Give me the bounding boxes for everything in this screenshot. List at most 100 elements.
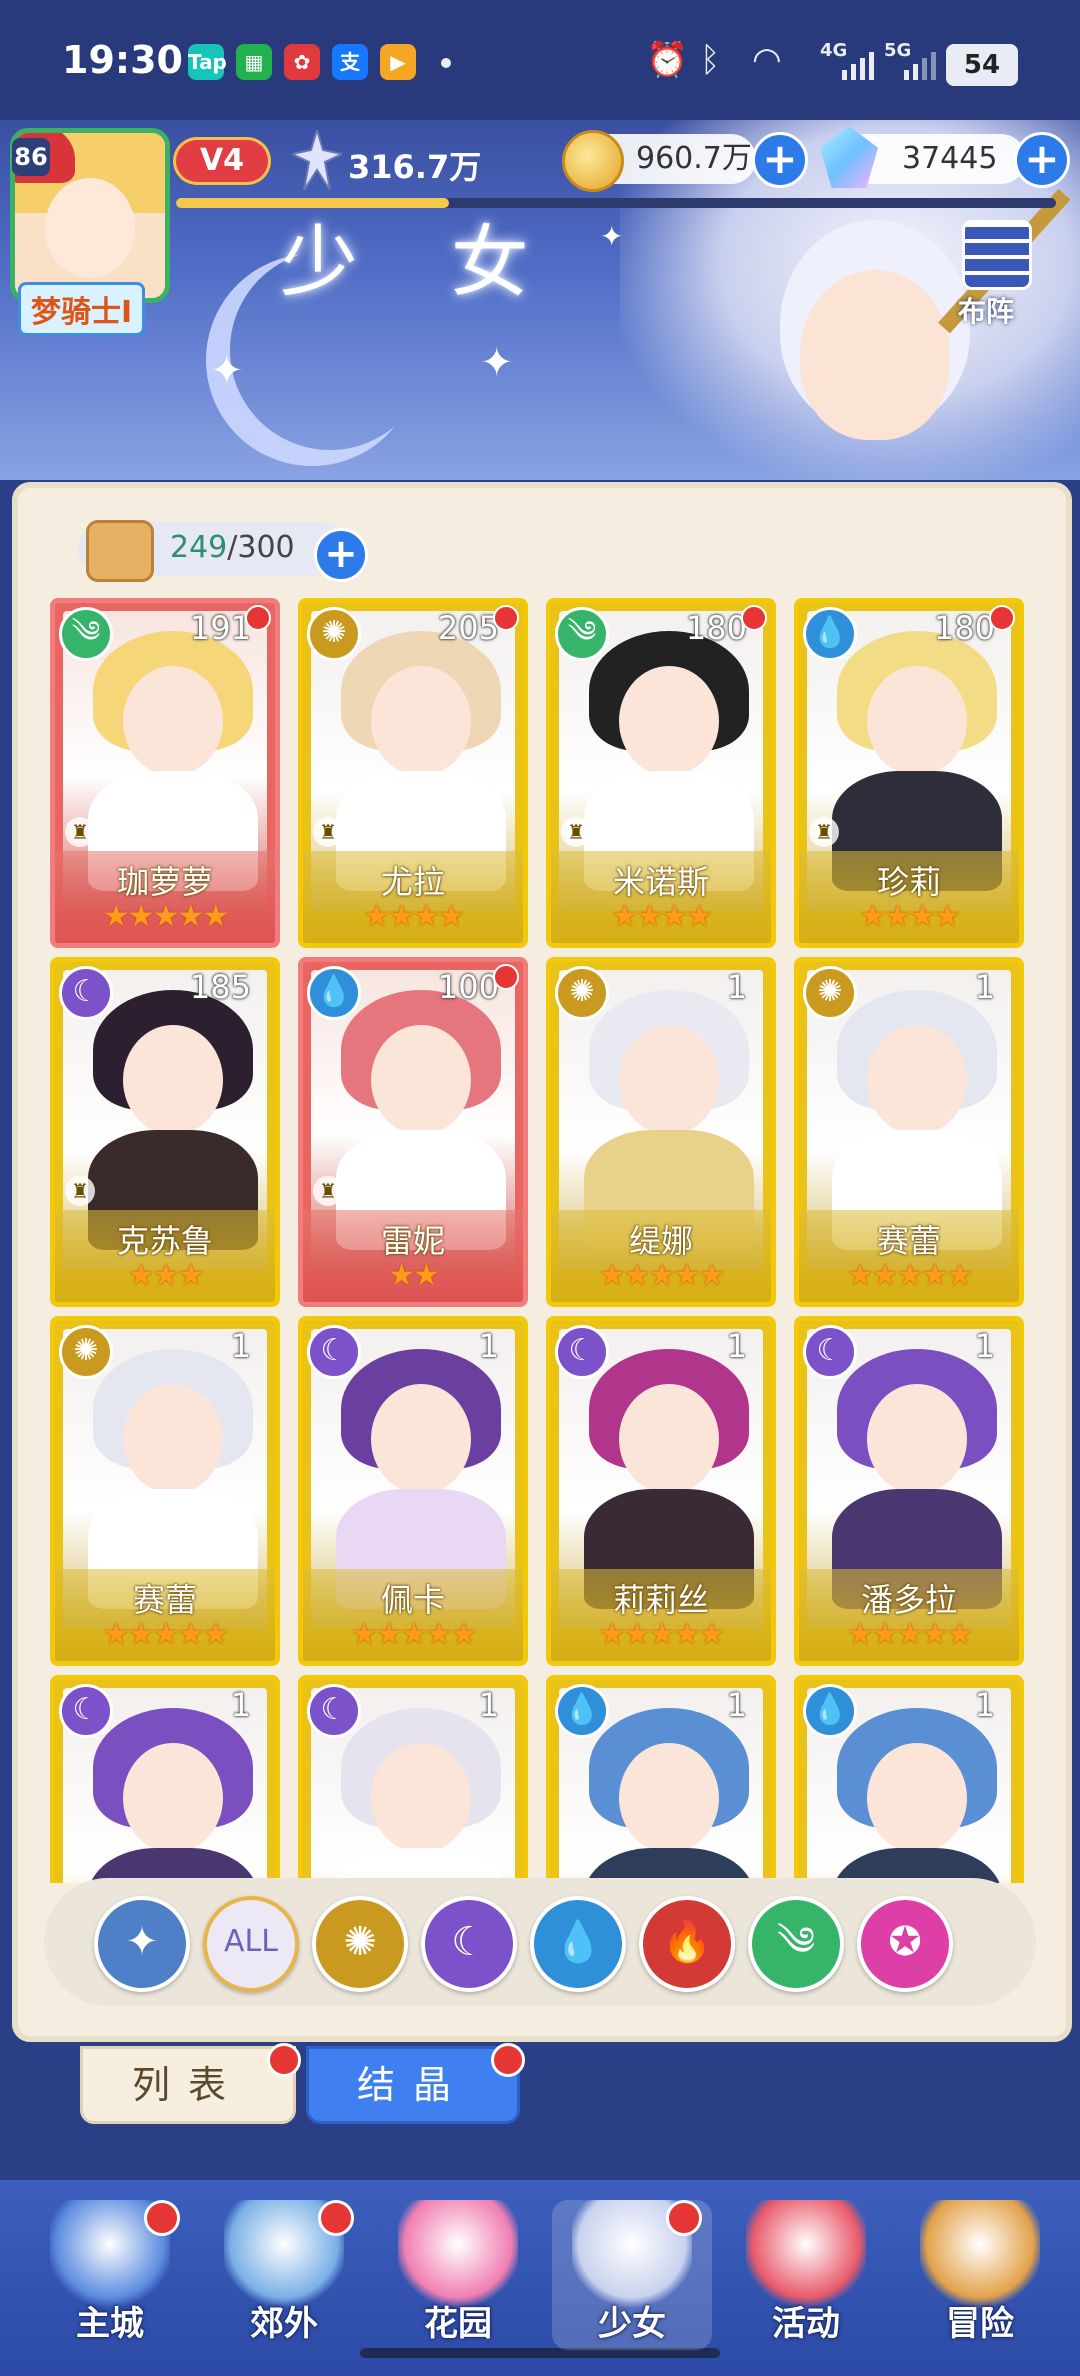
character-face <box>371 1384 471 1494</box>
character-card[interactable]: 💧 1 <box>546 1675 776 1883</box>
filter-class-icon[interactable]: ✦ <box>94 1896 190 1992</box>
dark-element-icon: ☾ <box>307 1684 361 1738</box>
character-face <box>619 1025 719 1135</box>
character-name: 尤拉 <box>380 863 445 901</box>
role-icon: ♜ <box>65 817 95 847</box>
tab-crystal[interactable]: 结晶 <box>306 2043 525 2124</box>
character-level: 1 <box>974 1686 995 1724</box>
character-card[interactable]: 潘多拉 ★★★★★ ☾ 1 <box>794 1316 1024 1666</box>
character-level: 1 <box>726 1686 747 1724</box>
sparkle-icon: ✦ <box>480 340 514 386</box>
gem-value: 37445 <box>902 141 998 176</box>
water-element-icon: 💧 <box>803 607 857 661</box>
grid-icon <box>962 220 1032 290</box>
nav-main-city[interactable]: 主城 <box>30 2200 190 2350</box>
character-face <box>123 666 223 776</box>
character-face <box>123 1384 223 1494</box>
expand-roster-button[interactable]: + <box>314 528 368 582</box>
nav-adventure[interactable]: 冒险 <box>900 2200 1060 2350</box>
character-level: 1 <box>478 1686 499 1724</box>
character-card[interactable]: 珍莉 ★★★★ 💧 180 ♜ <box>794 598 1024 948</box>
dark-element-icon: ☾ <box>59 966 113 1020</box>
wind-element-icon: ༄ <box>555 607 609 661</box>
water-element-icon: 💧 <box>555 1684 609 1738</box>
filter-light-icon[interactable]: ✺ <box>312 1896 408 1992</box>
wifi-icon: ◠ <box>752 40 782 80</box>
notification-dot <box>493 964 519 990</box>
dark-element-icon: ☾ <box>59 1684 113 1738</box>
add-gems-button[interactable]: + <box>1014 132 1070 188</box>
player-name[interactable]: 梦骑士I <box>18 282 146 336</box>
star-rating: ★★★★★ <box>846 1258 973 1293</box>
character-face <box>619 666 719 776</box>
character-level: 185 <box>189 968 251 1006</box>
character-card[interactable]: 克苏鲁 ★★★ ☾ 185 ♜ <box>50 957 280 1307</box>
add-gold-button[interactable]: + <box>752 132 808 188</box>
alipay-icon: 支 <box>332 44 368 80</box>
character-card[interactable]: 缇娜 ★★★★★ ✺ 1 <box>546 957 776 1307</box>
star-rating: ★★★★★ <box>846 1617 973 1652</box>
character-name: 雷妮 <box>380 1222 445 1260</box>
character-card[interactable]: 赛蕾 ★★★★★ ✺ 1 <box>50 1316 280 1666</box>
star-rating: ★★★★ <box>859 899 961 934</box>
combat-power-icon <box>288 126 346 191</box>
star-rating: ★★★ <box>127 1258 205 1293</box>
character-card[interactable]: 雷妮 ★★ 💧 100 ♜ <box>298 957 528 1307</box>
roster-count: 249/300 <box>170 530 295 565</box>
character-card[interactable]: 佩卡 ★★★★★ ☾ 1 <box>298 1316 528 1666</box>
filter-dark-icon[interactable]: ☾ <box>421 1896 517 1992</box>
character-card[interactable]: ☾ 1 <box>298 1675 528 1883</box>
sparkle-icon: ✦ <box>600 220 624 253</box>
formation-button[interactable]: 布阵 <box>952 220 1038 330</box>
vip-badge[interactable]: V4 <box>176 140 268 182</box>
notification-dot <box>245 605 271 631</box>
character-card[interactable]: ☾ 1 <box>50 1675 280 1883</box>
notification-dot <box>144 2200 180 2236</box>
character-card[interactable]: 尤拉 ★★★★ ✺ 205 ♜ <box>298 598 528 948</box>
nav-events[interactable]: 活动 <box>726 2200 886 2350</box>
nav-events-icon <box>746 2200 866 2310</box>
character-face <box>867 666 967 776</box>
light-element-icon: ✺ <box>307 607 361 661</box>
character-card[interactable]: 珈萝萝 ★★★★★ ༄ 191 ♜ <box>50 598 280 948</box>
character-grid: 珈萝萝 ★★★★★ ༄ 191 ♜ 尤拉 ★★★★ ✺ 205 ♜ 米诺斯 ★★★★ ༄ 180 ♜ 珍莉 ★★… <box>50 598 1030 1883</box>
character-card[interactable]: 💧 1 <box>794 1675 1024 1883</box>
battery-indicator: 54 <box>946 44 1018 86</box>
filter-water-icon[interactable]: 💧 <box>530 1896 626 1992</box>
filter-all-button[interactable]: ALL <box>203 1896 299 1992</box>
filter-star-icon[interactable]: ✪ <box>857 1896 953 1992</box>
avatar-face <box>45 178 135 278</box>
character-card[interactable]: 米诺斯 ★★★★ ༄ 180 ♜ <box>546 598 776 948</box>
character-level: 1 <box>974 1327 995 1365</box>
gold-counter: 960.7万 + <box>562 130 808 192</box>
notification-dot <box>491 2043 525 2077</box>
filter-wind-icon[interactable]: ༄ <box>748 1896 844 1992</box>
nav-suburbs-label: 郊外 <box>250 2304 318 2344</box>
character-face <box>619 1384 719 1494</box>
taptap-icon: Tap <box>188 44 227 80</box>
nav-girls[interactable]: 少女 <box>552 2200 712 2350</box>
player-level-badge: 86 <box>12 138 50 176</box>
light-element-icon: ✺ <box>803 966 857 1020</box>
experience-bar <box>176 198 1056 208</box>
roster-bag-icon <box>86 520 154 582</box>
character-card[interactable]: 赛蕾 ★★★★★ ✺ 1 <box>794 957 1024 1307</box>
filter-fire-icon[interactable]: 🔥 <box>639 1896 735 1992</box>
character-level: 1 <box>478 1327 499 1365</box>
character-face <box>867 1025 967 1135</box>
tab-list[interactable]: 列表 <box>80 2043 301 2124</box>
character-name: 珍莉 <box>876 863 941 901</box>
bluetooth-icon: ᛒ <box>700 40 721 80</box>
nav-garden[interactable]: 花园 <box>378 2200 538 2350</box>
role-icon: ♜ <box>561 817 591 847</box>
video-app-icon: ▶ <box>380 44 416 80</box>
nav-adventure-label: 冒险 <box>946 2304 1014 2344</box>
nav-suburbs[interactable]: 郊外 <box>204 2200 364 2350</box>
character-card[interactable]: 莉莉丝 ★★★★★ ☾ 1 <box>546 1316 776 1666</box>
character-level: 1 <box>974 968 995 1006</box>
status-bar: 19:30 ⏰ ᛒ ◠ 4G 5G 54 Tap ▦ ✿ 支 ▶ <box>0 0 1080 120</box>
character-name: 潘多拉 <box>860 1581 957 1619</box>
character-name: 克苏鲁 <box>116 1222 213 1260</box>
star-rating: ★★★★★ <box>102 1617 229 1652</box>
page-title: 少 女 <box>280 218 563 308</box>
